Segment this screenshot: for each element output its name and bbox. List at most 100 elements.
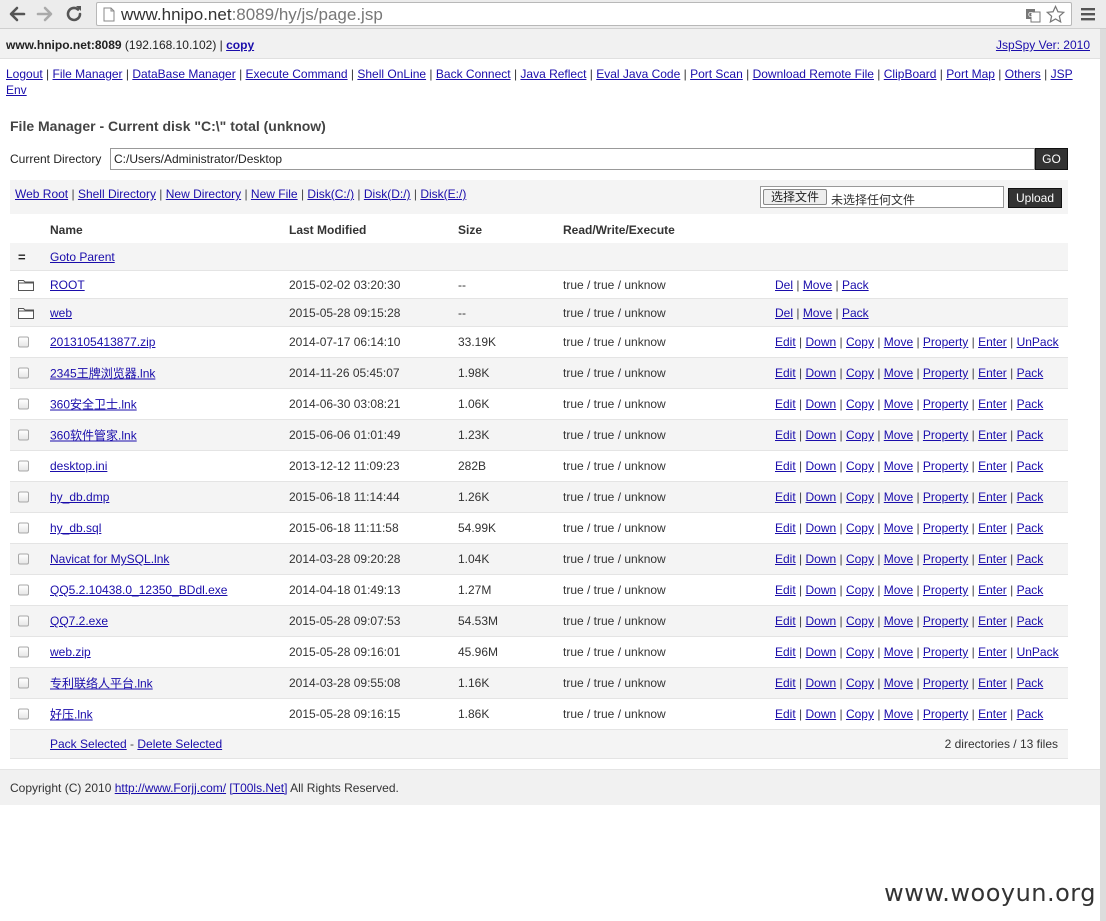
action-copy[interactable]: Copy [846, 707, 874, 721]
quicklink-new-file[interactable]: New File [251, 187, 298, 201]
action-property[interactable]: Property [923, 614, 968, 628]
action-move[interactable]: Move [884, 397, 913, 411]
file-checkbox[interactable] [18, 336, 29, 348]
action-move[interactable]: Move [884, 428, 913, 442]
current-directory-input[interactable] [110, 148, 1035, 170]
action-copy[interactable]: Copy [846, 397, 874, 411]
action-copy[interactable]: Copy [846, 583, 874, 597]
file-checkbox[interactable] [18, 398, 29, 410]
file-name-link[interactable]: QQ7.2.exe [50, 614, 108, 628]
file-name-link[interactable]: hy_db.sql [50, 521, 101, 535]
action-unpack[interactable]: UnPack [1017, 645, 1059, 659]
action-property[interactable]: Property [923, 676, 968, 690]
action-move[interactable]: Move [884, 459, 913, 473]
action-move[interactable]: Move [884, 583, 913, 597]
action-edit[interactable]: Edit [775, 366, 796, 380]
file-name-link[interactable]: hy_db.dmp [50, 490, 109, 504]
directory-name-link[interactable]: web [50, 306, 72, 320]
file-name-link[interactable]: 360软件管家.lnk [50, 427, 137, 444]
action-down[interactable]: Down [805, 676, 836, 690]
action-copy[interactable]: Copy [846, 335, 874, 349]
action-edit[interactable]: Edit [775, 397, 796, 411]
action-move[interactable]: Move [884, 645, 913, 659]
hamburger-menu-icon[interactable] [1080, 6, 1096, 22]
directory-name-link[interactable]: ROOT [50, 278, 85, 292]
action-property[interactable]: Property [923, 366, 968, 380]
file-checkbox[interactable] [18, 491, 29, 503]
action-property[interactable]: Property [923, 521, 968, 535]
file-name-link[interactable]: 2345王牌浏览器.lnk [50, 365, 155, 382]
action-copy[interactable]: Copy [846, 428, 874, 442]
file-checkbox[interactable] [18, 677, 29, 689]
action-copy[interactable]: Copy [846, 459, 874, 473]
action-pack[interactable]: Pack [1017, 583, 1044, 597]
file-checkbox[interactable] [18, 522, 29, 534]
menu-item-database-manager[interactable]: DataBase Manager [132, 67, 235, 81]
action-edit[interactable]: Edit [775, 428, 796, 442]
action-unpack[interactable]: UnPack [1017, 335, 1059, 349]
action-move[interactable]: Move [884, 490, 913, 504]
action-edit[interactable]: Edit [775, 552, 796, 566]
action-del[interactable]: Del [775, 306, 793, 320]
file-name-link[interactable]: 2013105413877.zip [50, 335, 155, 349]
quicklink-new-directory[interactable]: New Directory [166, 187, 241, 201]
go-button[interactable]: GO [1035, 148, 1068, 170]
action-enter[interactable]: Enter [978, 645, 1007, 659]
file-checkbox[interactable] [18, 708, 29, 720]
action-copy[interactable]: Copy [846, 552, 874, 566]
menu-item-port-scan[interactable]: Port Scan [690, 67, 743, 81]
address-bar[interactable]: www.hnipo.net:8089/hy/js/page.jsp G [96, 2, 1072, 26]
file-checkbox[interactable] [18, 553, 29, 565]
quicklink-disk-d[interactable]: Disk(D:/) [364, 187, 411, 201]
action-property[interactable]: Property [923, 335, 968, 349]
pack-selected-link[interactable]: Pack Selected [50, 737, 127, 751]
menu-item-download-remote-file[interactable]: Download Remote File [753, 67, 874, 81]
action-move[interactable]: Move [884, 521, 913, 535]
file-name-link[interactable]: Navicat for MySQL.lnk [50, 552, 169, 566]
action-move[interactable]: Move [803, 278, 832, 292]
quicklink-disk-e[interactable]: Disk(E:/) [420, 187, 466, 201]
action-move[interactable]: Move [884, 614, 913, 628]
action-edit[interactable]: Edit [775, 676, 796, 690]
action-edit[interactable]: Edit [775, 490, 796, 504]
file-name-link[interactable]: QQ5.2.10438.0_12350_BDdl.exe [50, 583, 227, 597]
action-enter[interactable]: Enter [978, 397, 1007, 411]
file-name-link[interactable]: 好压.lnk [50, 706, 93, 723]
action-move[interactable]: Move [884, 552, 913, 566]
action-property[interactable]: Property [923, 707, 968, 721]
forward-icon[interactable] [34, 3, 56, 25]
t00ls-link[interactable]: [T00ls.Net] [229, 781, 287, 795]
action-enter[interactable]: Enter [978, 335, 1007, 349]
file-checkbox[interactable] [18, 460, 29, 472]
action-down[interactable]: Down [805, 707, 836, 721]
action-enter[interactable]: Enter [978, 490, 1007, 504]
file-checkbox[interactable] [18, 646, 29, 658]
action-down[interactable]: Down [805, 335, 836, 349]
action-pack[interactable]: Pack [1017, 459, 1044, 473]
version-link[interactable]: JspSpy Ver: 2010 [996, 38, 1090, 52]
action-property[interactable]: Property [923, 645, 968, 659]
action-pack[interactable]: Pack [1017, 614, 1044, 628]
action-property[interactable]: Property [923, 552, 968, 566]
action-pack[interactable]: Pack [842, 278, 869, 292]
file-chooser[interactable]: 选择文件 未选择任何文件 [760, 186, 1004, 208]
action-pack[interactable]: Pack [1017, 397, 1044, 411]
menu-item-eval-java-code[interactable]: Eval Java Code [596, 67, 680, 81]
action-del[interactable]: Del [775, 278, 793, 292]
quicklink-web-root[interactable]: Web Root [15, 187, 68, 201]
menu-item-file-manager[interactable]: File Manager [53, 67, 123, 81]
delete-selected-link[interactable]: Delete Selected [137, 737, 222, 751]
action-edit[interactable]: Edit [775, 614, 796, 628]
action-down[interactable]: Down [805, 459, 836, 473]
file-checkbox[interactable] [18, 367, 29, 379]
quicklink-disk-c[interactable]: Disk(C:/) [307, 187, 354, 201]
action-copy[interactable]: Copy [846, 645, 874, 659]
action-edit[interactable]: Edit [775, 335, 796, 349]
action-move[interactable]: Move [803, 306, 832, 320]
action-enter[interactable]: Enter [978, 459, 1007, 473]
goto-parent-link[interactable]: Goto Parent [50, 250, 115, 264]
copy-link[interactable]: copy [226, 38, 254, 52]
action-edit[interactable]: Edit [775, 583, 796, 597]
action-enter[interactable]: Enter [978, 676, 1007, 690]
action-pack[interactable]: Pack [1017, 552, 1044, 566]
